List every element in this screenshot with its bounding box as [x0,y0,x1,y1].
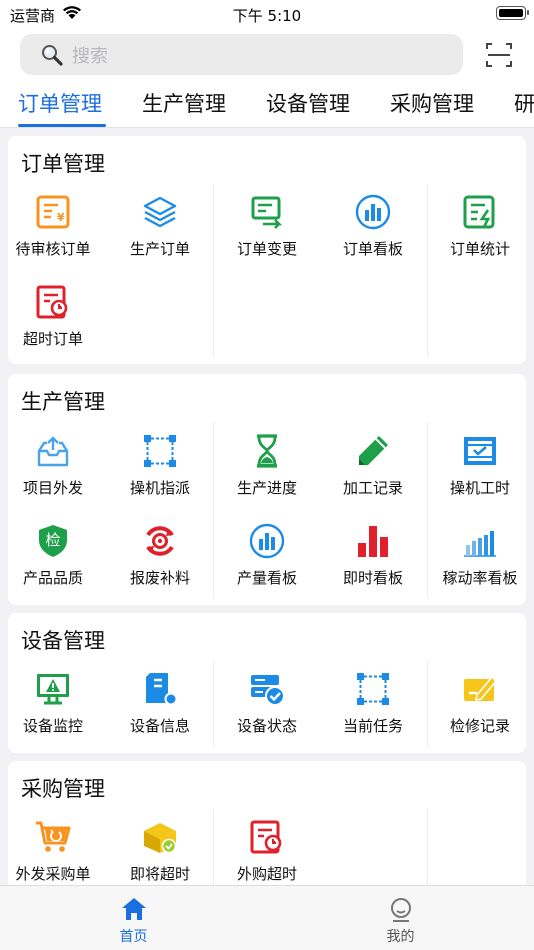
project-outsource[interactable]: 项目外发 [0,421,106,511]
tab-equipment[interactable]: 设备管理 [266,88,350,118]
equipment-info[interactable]: 设备信息 [107,659,213,749]
search-placeholder: 搜索 [72,45,108,67]
pending-review-order[interactable]: ¥ 待审核订单 [0,182,106,272]
pencil-icon [359,436,388,465]
bar-chart-circle-icon [355,194,391,230]
current-task[interactable]: 当前任务 [320,659,426,749]
profile-icon [391,898,411,922]
section-title-equipment: 设备管理 [21,629,105,653]
tabbar-home[interactable]: 首页 [0,886,267,950]
clock: 下午 5:10 [232,7,302,25]
inbox-upload-icon [37,436,69,467]
overdue-order-icon [250,820,282,854]
machine-hours[interactable]: 操机工时 [427,421,533,511]
bar-chart-icon [358,526,388,557]
assign-icon [357,673,389,705]
monitor-warning-icon [37,674,69,705]
utilization-chart-icon [464,531,496,557]
outsource-purchase-order[interactable]: 外发采购单 [0,807,106,885]
tab-rd[interactable]: 研 [514,88,534,118]
outsourced-overdue[interactable]: 外购超时 [214,807,320,885]
battery-icon [496,6,529,20]
order-change[interactable]: 订单变更 [214,182,320,272]
scan-icon[interactable] [484,40,514,70]
bar-chart-circle-icon [249,523,285,559]
tab-production[interactable]: 生产管理 [142,88,226,118]
utilization-dashboard[interactable]: 稼动率看板 [427,511,533,601]
search-icon [42,44,63,66]
server-check-icon [251,675,285,706]
home-icon [122,898,146,920]
statistics-icon [463,195,495,229]
scrap-replenish[interactable]: 报废补料 [107,511,213,601]
section-title-order: 订单管理 [21,152,105,176]
section-title-production: 生产管理 [21,390,105,414]
ticket-check-icon [464,437,496,465]
order-management-card: 订单管理 ¥ 待审核订单 生产订单 订单变更 订单看板 订单统计 超时订单 [8,136,526,364]
realtime-dashboard[interactable]: 即时看板 [320,511,426,601]
product-quality[interactable]: 检 产品品质 [0,511,106,601]
about-to-overdue[interactable]: 即将超时 [107,807,213,885]
search-input[interactable]: 搜索 [20,34,463,75]
category-tabs: 订单管理 生产管理 设备管理 采购管理 研 [0,84,534,128]
tabbar-mine[interactable]: 我的 [267,886,534,950]
header: 搜索 订单管理 生产管理 设备管理 采购管理 研 [0,28,534,128]
order-change-icon [251,196,283,229]
refresh-target-icon [146,526,174,556]
equipment-management-card: 设备管理 设备监控 设备信息 设备状态 当前任务 检修记录 [8,613,526,753]
main-content: 订单管理 ¥ 待审核订单 生产订单 订单变更 订单看板 订单统计 超时订单 生产… [0,128,534,885]
device-info-icon [146,673,178,706]
box-check-icon [144,823,177,854]
layers-icon [143,196,177,228]
svg-text:¥: ¥ [57,211,65,224]
overdue-order[interactable]: 超时订单 [0,272,106,362]
overdue-order-icon [36,285,68,319]
hourglass-icon [257,434,277,468]
production-management-card: 生产管理 项目外发 操机指派 生产进度 加工记录 操机工时 检 产品品质 报废补… [8,374,526,605]
order-dashboard[interactable]: 订单看板 [320,182,426,272]
purchase-management-card: 采购管理 外发采购单 即将超时 外购超时 [8,761,526,885]
machine-assign[interactable]: 操机指派 [107,421,213,511]
section-title-purchase: 采购管理 [21,777,105,801]
production-progress[interactable]: 生产进度 [214,421,320,511]
edit-card-icon [464,675,498,702]
equipment-status[interactable]: 设备状态 [214,659,320,749]
maintenance-record[interactable]: 检修记录 [427,659,533,749]
production-order[interactable]: 生产订单 [107,182,213,272]
divider [427,809,428,885]
order-statistics[interactable]: 订单统计 [427,182,533,272]
processing-record[interactable]: 加工记录 [320,421,426,511]
output-dashboard[interactable]: 产量看板 [214,511,320,601]
equipment-monitor[interactable]: 设备监控 [0,659,106,749]
bottom-tab-bar: 首页 我的 [0,885,534,950]
assign-icon [144,435,176,467]
status-bar: 运营商 下午 5:10 [0,0,534,28]
cart-icon [36,821,71,852]
tab-purchase[interactable]: 采购管理 [390,88,474,118]
pending-order-icon: ¥ [36,195,70,229]
quality-badge-text: 检 [45,531,61,549]
tab-order[interactable]: 订单管理 [18,88,102,118]
